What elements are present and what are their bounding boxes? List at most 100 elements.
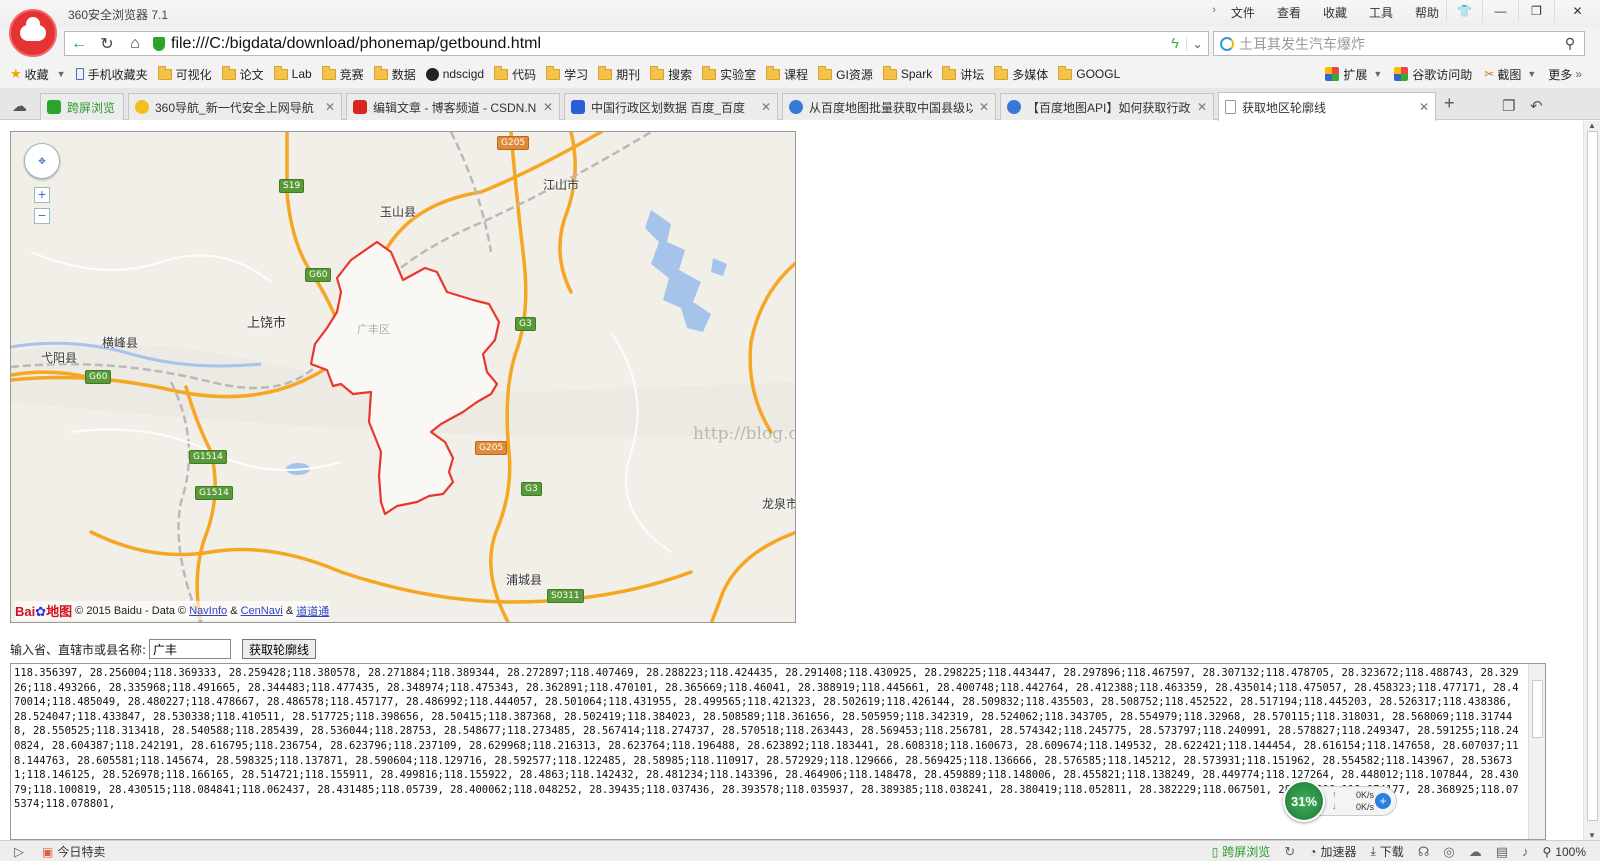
security-shield-icon[interactable] — [153, 36, 165, 51]
close-button[interactable]: ✕ — [1554, 0, 1600, 22]
bookmark-folder[interactable]: 数据 — [373, 65, 416, 83]
tab-close-icon[interactable]: ✕ — [543, 100, 553, 114]
download-button[interactable]: ⤓ 下载 — [1370, 843, 1403, 860]
cloud-sync-icon[interactable]: ☁ — [12, 97, 27, 115]
menu-favorites[interactable]: 收藏 — [1314, 4, 1356, 21]
new-tab-button[interactable]: + — [1444, 93, 1455, 114]
network-speed-widget[interactable]: 31% ↑ 0K/s ↓ 0K/s + — [1283, 780, 1401, 822]
bookmark-folder[interactable]: GOOGL — [1058, 65, 1120, 81]
extensions-button[interactable]: 扩展 ▼ — [1325, 66, 1382, 83]
zoom-control[interactable]: ⚲ 100% — [1543, 845, 1587, 859]
home-button[interactable]: ⌂ — [121, 32, 149, 55]
result-scrollbar-thumb[interactable] — [1532, 680, 1543, 738]
bookmark-folder[interactable]: 学习 — [546, 65, 588, 83]
bookmark-folder[interactable]: 多媒体 — [994, 65, 1048, 83]
folder-icon — [942, 65, 957, 80]
menu-tools[interactable]: 工具 — [1360, 4, 1402, 21]
accelerate-plus-icon[interactable]: + — [1375, 793, 1391, 809]
baidu-map[interactable]: ✥ + − 广丰区 上饶市 玉山县 江山市 横峰县 弋阳县 浦城县 龙泉市 G2… — [10, 131, 796, 623]
bookmark-folder[interactable]: Spark — [882, 65, 932, 81]
tab-baidu-zhidao[interactable]: 中国行政区划数据 百度_百度 ✕ — [564, 93, 778, 120]
bookmark-folder[interactable]: GI资源 — [818, 65, 873, 83]
menu-chevron-icon[interactable]: › — [1210, 4, 1218, 21]
bookmark-folder[interactable]: 代码 — [494, 65, 536, 83]
bookmark-folder[interactable]: 搜索 — [650, 65, 692, 83]
minimize-button[interactable]: — — [1482, 0, 1518, 22]
restore-closed-icon[interactable]: ↶ — [1530, 97, 1543, 115]
search-input[interactable]: 土耳其发生汽车爆炸 — [1239, 34, 1556, 54]
volume-icon[interactable]: ♪ — [1522, 844, 1529, 859]
tab-close-icon[interactable]: ✕ — [325, 100, 335, 114]
tab-close-icon[interactable]: ✕ — [761, 100, 771, 114]
headphones-icon[interactable]: ☊ — [1418, 844, 1430, 860]
refresh-button[interactable]: ↻ — [93, 32, 121, 55]
page-scrollbar[interactable]: ▲ ▼ — [1583, 121, 1600, 840]
road-shield-g205: G205 — [497, 136, 530, 150]
sidebar-toggle-icon[interactable]: ▷ — [14, 844, 24, 860]
restore-button[interactable]: ❐ — [1518, 0, 1554, 22]
cloud-icon[interactable]: ☁ — [1469, 844, 1482, 860]
today-deals-button[interactable]: ▣ 今日特卖 — [42, 843, 105, 860]
region-name-input[interactable] — [149, 639, 232, 659]
tab-csdn[interactable]: 编辑文章 - 博客频道 - CSDN.N ✕ — [346, 93, 560, 120]
bookmark-favorites[interactable]: ★ 收藏 ▼ — [10, 66, 66, 83]
bookmark-github[interactable]: ndscigd — [425, 67, 484, 81]
navinfo-link[interactable]: NavInfo — [189, 605, 227, 617]
road-shield-g1514: G1514 — [195, 486, 233, 500]
bookmark-mobile[interactable]: 手机收藏夹 — [75, 66, 148, 83]
browser-logo-icon[interactable] — [9, 9, 57, 57]
baidu-map-logo[interactable]: Bai✿地图 — [15, 601, 72, 620]
screenshot-button[interactable]: ✂ 截图 ▼ — [1484, 66, 1536, 83]
bookmark-folder[interactable]: 课程 — [766, 65, 808, 83]
menu-file[interactable]: 文件 — [1222, 4, 1264, 21]
cennavi-link[interactable]: CenNavi — [241, 605, 283, 617]
back-button[interactable]: ← — [65, 32, 93, 55]
map-zoom-in-button[interactable]: + — [34, 187, 50, 203]
menu-help[interactable]: 帮助 — [1406, 4, 1448, 21]
cross-screen-button[interactable]: ▯ 跨屏浏览 — [1212, 843, 1271, 860]
upload-arrow-icon: ↑ — [1332, 789, 1337, 799]
tab-list-icon[interactable]: ❐ — [1502, 97, 1515, 115]
bookmark-folder[interactable]: 可视化 — [157, 65, 212, 83]
get-boundary-button[interactable]: 获取轮廓线 — [242, 639, 317, 659]
bookmark-folder[interactable]: 论文 — [221, 65, 264, 83]
search-icon[interactable]: ⚲ — [1556, 35, 1584, 52]
url-input[interactable]: file:///C:/bigdata/download/phonemap/get… — [171, 35, 1164, 53]
status-bar: ▷ ▣ 今日特卖 ▯ 跨屏浏览 ↻ ◔ 加速器 ⤓ 下载 ☊ ◎ ☁ ▤ ♪ ⚲ 100% — [0, 840, 1600, 861]
bookmark-folder[interactable]: Lab — [273, 65, 312, 81]
map-zoom-out-button[interactable]: − — [34, 208, 50, 224]
scroll-down-icon[interactable]: ▼ — [1584, 831, 1600, 840]
bookmark-folder[interactable]: 实验室 — [702, 65, 756, 83]
map-pan-control[interactable]: ✥ — [24, 143, 60, 179]
accelerator-button[interactable]: ◔ 加速器 — [1309, 843, 1356, 860]
skin-icon[interactable]: 👕 — [1446, 0, 1482, 22]
more-button[interactable]: 更多» — [1548, 66, 1582, 83]
tab-baidu-batch[interactable]: 从百度地图批量获取中国县级以 ✕ — [782, 93, 996, 120]
url-dropdown-icon[interactable]: ⌄ — [1186, 36, 1208, 51]
menu-view[interactable]: 查看 — [1268, 4, 1310, 21]
tab-cross-screen[interactable]: 跨屏浏览 — [40, 93, 124, 120]
search-engine-icon[interactable] — [1220, 36, 1234, 51]
page-scrollbar-thumb[interactable] — [1587, 131, 1598, 821]
download-icon: ⤓ — [1370, 844, 1376, 858]
tab-close-icon[interactable]: ✕ — [979, 100, 989, 114]
result-scrollbar[interactable] — [1528, 664, 1545, 839]
refresh-status-icon[interactable]: ↻ — [1284, 844, 1295, 860]
translate-icon[interactable]: ◎ — [1443, 844, 1454, 860]
clipboard-icon[interactable]: ▤ — [1496, 844, 1508, 860]
daodaotong-link[interactable]: 道道通 — [296, 603, 329, 619]
bookmark-folder[interactable]: 讲坛 — [942, 65, 984, 83]
tab-close-icon[interactable]: ✕ — [1197, 100, 1207, 114]
tab-360-nav[interactable]: 360导航_新一代安全上网导航 ✕ — [128, 93, 342, 120]
bookmark-folder[interactable]: 期刊 — [598, 65, 640, 83]
scroll-up-icon[interactable]: ▲ — [1584, 121, 1600, 130]
search-box: 土耳其发生汽车爆炸 ⚲ — [1213, 31, 1585, 56]
memory-usage-ball[interactable]: 31% — [1283, 780, 1325, 822]
tab-get-boundary[interactable]: 获取地区轮廓线 ✕ — [1218, 92, 1436, 121]
bookmark-folder[interactable]: 竞赛 — [321, 65, 364, 83]
tab-close-icon[interactable]: ✕ — [1419, 100, 1429, 114]
speed-mode-icon[interactable]: ϟ — [1164, 35, 1186, 52]
google-access-button[interactable]: 谷歌访问助 — [1394, 66, 1472, 83]
extensions-icon — [1325, 67, 1340, 81]
tab-baidu-api[interactable]: 【百度地图API】如何获取行政 ✕ — [1000, 93, 1214, 120]
